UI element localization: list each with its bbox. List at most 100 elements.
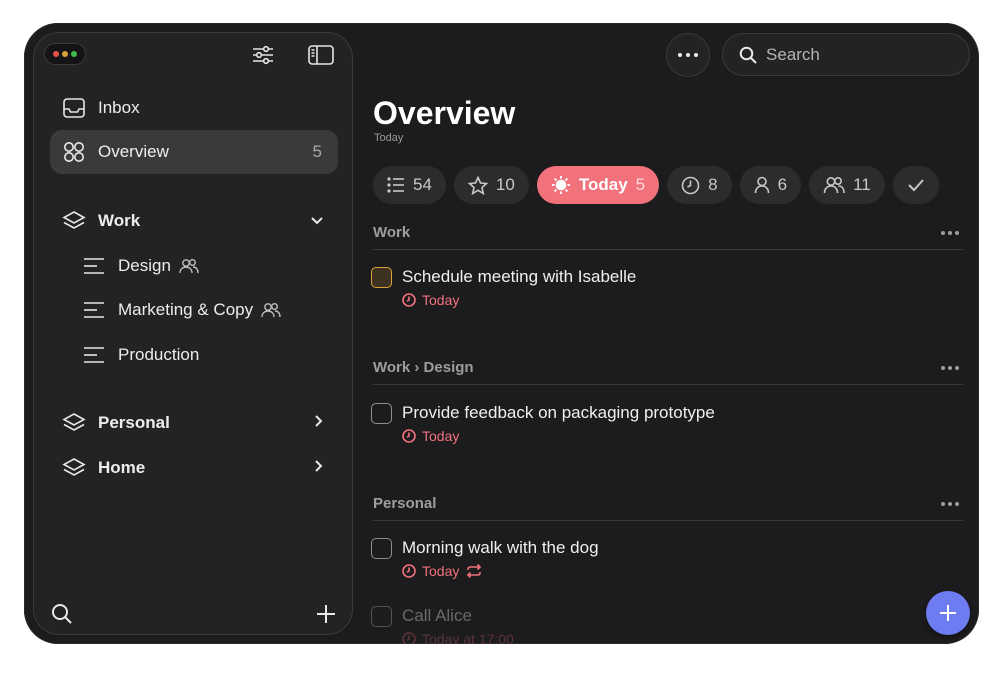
close-window-button[interactable] bbox=[53, 51, 59, 57]
task-due: Today bbox=[402, 563, 483, 579]
sidebar-list-label: Production bbox=[118, 345, 200, 364]
shared-people-icon bbox=[179, 258, 199, 274]
list-icon bbox=[387, 177, 404, 193]
task-due-label: Today bbox=[422, 292, 460, 308]
section-more-button[interactable] bbox=[941, 365, 959, 370]
filter-all[interactable]: 54 bbox=[373, 166, 446, 204]
more-options-button[interactable] bbox=[666, 33, 710, 77]
layers-icon bbox=[62, 411, 86, 435]
filter-settings-button[interactable] bbox=[248, 43, 278, 67]
more-dot bbox=[948, 365, 952, 370]
chevron-down-icon[interactable] bbox=[310, 211, 324, 231]
filter-count: 11 bbox=[853, 175, 871, 194]
layers-icon bbox=[62, 209, 86, 233]
task-due-label: Today bbox=[422, 563, 460, 579]
list-lines-icon bbox=[82, 298, 106, 322]
window-controls[interactable] bbox=[44, 43, 86, 65]
task-title[interactable]: Provide feedback on packaging prototype bbox=[402, 403, 715, 423]
task-checkbox[interactable] bbox=[371, 267, 392, 288]
filter-shared[interactable]: 11 bbox=[809, 166, 885, 204]
task-title[interactable]: Call Alice bbox=[402, 606, 472, 626]
filter-count: 6 bbox=[777, 175, 788, 194]
filter-count: 5 bbox=[635, 175, 646, 194]
filter-starred[interactable]: 10 bbox=[453, 166, 529, 204]
sidebar-area-label: Personal bbox=[98, 413, 170, 432]
sidebar-area-personal[interactable]: Personal bbox=[50, 401, 338, 445]
task-due: Today bbox=[402, 428, 459, 444]
checkmark-icon bbox=[908, 179, 924, 192]
filter-assigned-to-me[interactable]: 6 bbox=[739, 166, 802, 204]
sidebar-search-button[interactable] bbox=[48, 600, 76, 628]
search-icon bbox=[739, 46, 757, 64]
task-due: Today at 17:00 bbox=[402, 631, 514, 644]
sidebar-area-work[interactable]: Work bbox=[50, 199, 338, 243]
section-header-personal: Personal bbox=[373, 487, 963, 521]
more-dot bbox=[955, 365, 959, 370]
clock-icon bbox=[402, 429, 416, 443]
star-icon bbox=[467, 175, 488, 195]
filter-count: 10 bbox=[495, 175, 515, 194]
filter-count: 8 bbox=[708, 175, 718, 194]
filter-today[interactable]: Today 5 bbox=[536, 166, 660, 204]
task-due-label: Today bbox=[422, 428, 460, 444]
app-window: Inbox Overview 5 Work Design Marketing &… bbox=[24, 23, 979, 644]
overview-grid-icon bbox=[62, 140, 86, 164]
task-title[interactable]: Morning walk with the dog bbox=[402, 538, 599, 558]
plus-icon bbox=[940, 605, 956, 621]
chevron-right-icon[interactable] bbox=[314, 413, 324, 433]
toggle-sidebar-button[interactable] bbox=[306, 43, 336, 67]
shared-people-icon bbox=[261, 302, 281, 318]
task-title[interactable]: Schedule meeting with Isabelle bbox=[402, 267, 636, 287]
filter-completed[interactable] bbox=[892, 166, 939, 204]
sidebar-area-home[interactable]: Home bbox=[50, 446, 338, 490]
add-task-button[interactable] bbox=[926, 591, 970, 635]
filter-bar: 54 10 Today 5 8 6 11 bbox=[373, 166, 939, 204]
more-dot bbox=[941, 230, 945, 235]
clock-icon bbox=[681, 176, 700, 194]
minimize-window-button[interactable] bbox=[62, 51, 68, 57]
sidebar-item-overview[interactable]: Overview 5 bbox=[50, 130, 338, 174]
section-more-button[interactable] bbox=[941, 230, 959, 235]
sidebar-item-inbox[interactable]: Inbox bbox=[50, 86, 338, 130]
search-field[interactable] bbox=[722, 33, 970, 76]
section-title: Personal bbox=[373, 495, 437, 512]
task-checkbox[interactable] bbox=[371, 606, 392, 627]
filter-label: Today bbox=[578, 175, 628, 194]
search-input[interactable] bbox=[766, 44, 946, 65]
more-dot bbox=[955, 230, 959, 235]
more-dot bbox=[941, 501, 945, 506]
clock-icon bbox=[402, 564, 416, 578]
list-lines-icon bbox=[82, 254, 106, 278]
sidebar-area-label: Home bbox=[98, 458, 146, 477]
section-more-button[interactable] bbox=[941, 501, 959, 506]
add-list-button[interactable] bbox=[312, 600, 340, 628]
section-header-work: Work bbox=[373, 216, 963, 250]
sliders-icon bbox=[253, 45, 273, 65]
section-title: Work bbox=[373, 224, 411, 241]
task-checkbox[interactable] bbox=[371, 538, 392, 559]
sidebar-area-label: Work bbox=[98, 211, 141, 230]
list-lines-icon bbox=[82, 343, 106, 367]
sidebar: Inbox Overview 5 Work Design Marketing &… bbox=[33, 32, 353, 635]
chevron-right-icon[interactable] bbox=[314, 458, 324, 478]
more-dot bbox=[955, 501, 959, 506]
filter-count: 54 bbox=[413, 175, 432, 194]
people-icon bbox=[823, 176, 845, 194]
inbox-icon bbox=[62, 96, 86, 120]
sidebar-item-label: Overview bbox=[98, 142, 169, 161]
more-dot bbox=[941, 365, 945, 370]
filter-scheduled[interactable]: 8 bbox=[667, 166, 732, 204]
sidebar-list-production[interactable]: Production bbox=[50, 333, 338, 377]
layers-icon bbox=[62, 456, 86, 480]
search-icon bbox=[52, 604, 72, 624]
zoom-window-button[interactable] bbox=[71, 51, 77, 57]
sidebar-list-marketing[interactable]: Marketing & Copy bbox=[50, 288, 338, 332]
sidebar-item-label: Inbox bbox=[98, 98, 140, 117]
plus-icon bbox=[317, 605, 335, 623]
sidebar-list-design[interactable]: Design bbox=[50, 244, 338, 288]
task-checkbox[interactable] bbox=[371, 403, 392, 424]
sidebar-list-label: Design bbox=[118, 256, 171, 275]
repeat-icon bbox=[467, 564, 482, 578]
clock-icon bbox=[402, 293, 416, 307]
section-header-work-design: Work › Design bbox=[373, 351, 963, 385]
